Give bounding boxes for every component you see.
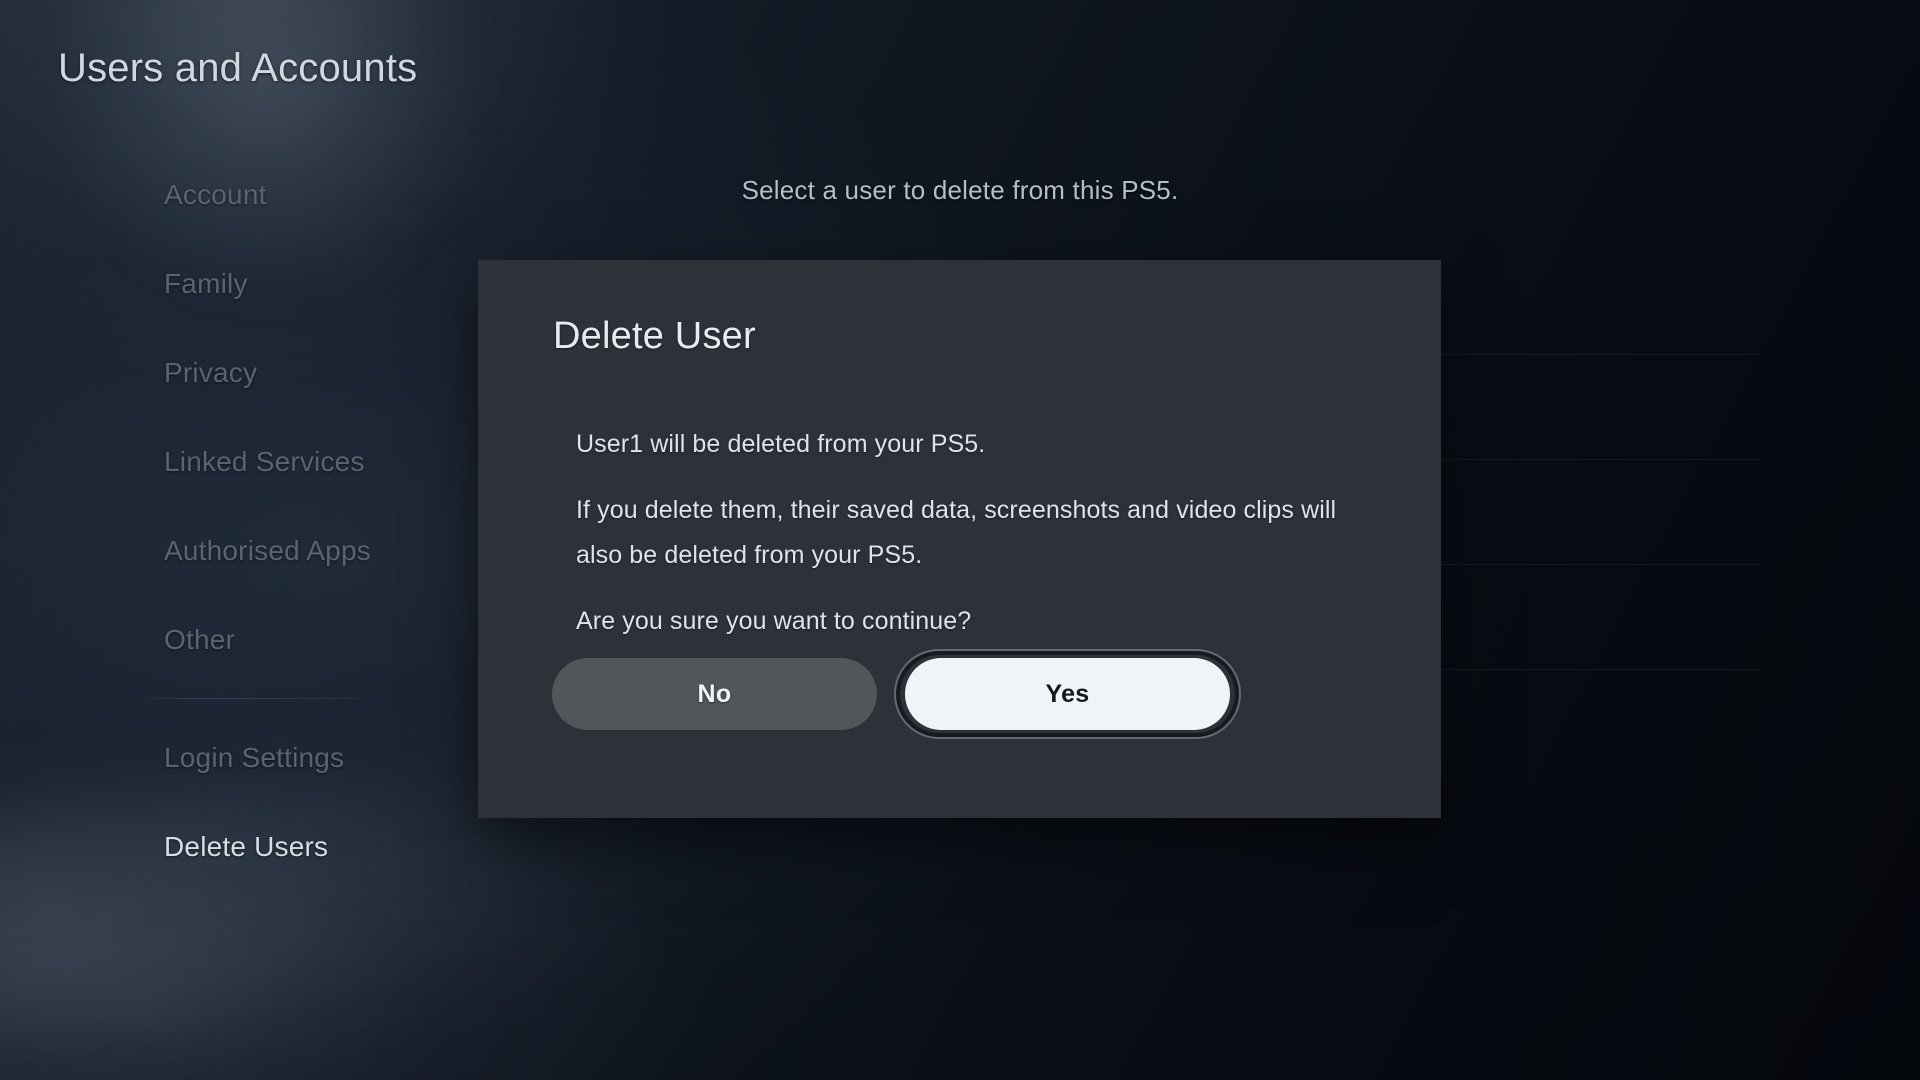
page-title: Users and Accounts [58,46,418,90]
sidebar-item-label: Other [164,623,236,655]
sidebar-item-label: Account [164,178,267,210]
sidebar-item-authorised-apps[interactable]: Authorised Apps [0,506,430,595]
dialog-paragraph: User1 will be deleted from your PS5. [576,430,986,458]
sidebar-item-label: Linked Services [164,445,365,477]
sidebar-item-label: Authorised Apps [164,534,371,566]
dialog-title: Delete User [553,315,756,357]
sidebar-item-account[interactable]: Account [0,150,430,239]
sidebar-item-other[interactable]: Other [0,595,430,684]
sidebar-item-delete-users[interactable]: Delete Users [0,802,430,891]
sidebar-divider [140,698,390,699]
sidebar-item-label: Delete Users [164,830,329,862]
sidebar-item-linked-services[interactable]: Linked Services [0,417,430,506]
dialog-paragraph: If you delete them, their saved data, sc… [576,496,1337,569]
delete-user-dialog: Delete User User1 will be deleted from y… [478,260,1441,818]
sidebar-item-label: Privacy [164,356,258,388]
sidebar-item-label: Family [164,267,248,299]
yes-button-label: Yes [1045,679,1090,708]
sidebar-item-login-settings[interactable]: Login Settings [0,713,430,802]
dialog-paragraph: Are you sure you want to continue? [576,607,972,635]
sidebar-item-privacy[interactable]: Privacy [0,328,430,417]
settings-sidebar: Account Family Privacy Linked Services A… [0,150,430,891]
sidebar-item-label: Login Settings [164,741,345,773]
yes-button-focus-ring: Yes [896,651,1239,737]
sidebar-item-family[interactable]: Family [0,239,430,328]
no-button-label: No [697,679,732,708]
no-button[interactable]: No [552,658,877,730]
ps5-settings-screen: Users and Accounts Select a user to dele… [0,0,1920,1080]
dialog-button-row: No Yes [478,651,1441,737]
dialog-body: User1 will be deleted from your PS5. If … [576,422,1366,644]
yes-button[interactable]: Yes [905,658,1230,730]
